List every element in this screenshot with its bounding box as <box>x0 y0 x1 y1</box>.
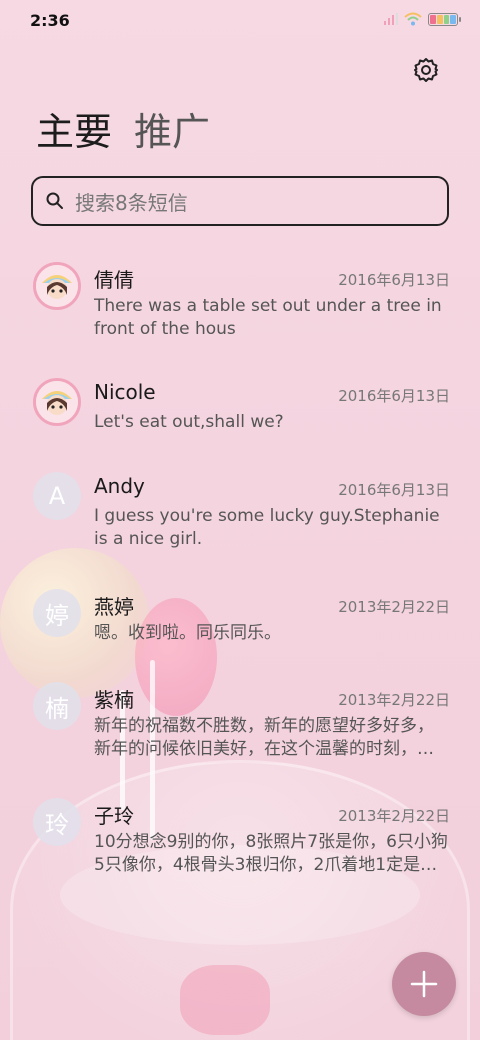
conversation-name: 倩倩 <box>94 268 134 292</box>
signal-icon <box>384 13 398 25</box>
blob-decoration <box>180 965 270 1035</box>
status-time: 2:36 <box>30 11 70 30</box>
conversation-item[interactable]: 婷 燕婷 2013年2月22日 嗯。收到啦。同乐同乐。 <box>0 589 480 669</box>
tab-primary[interactable]: 主要 <box>36 108 112 156</box>
conversation-date: 2016年6月13日 <box>338 271 450 289</box>
conversation-preview: 10分想念9别的你，8张照片7张是你，6只小狗5只像你，4根骨头3根归你，2爪着… <box>94 832 448 875</box>
conversation-item[interactable]: 楠 紫楠 2013年2月22日 新年的祝福数不胜数，新年的愿望好多好多，新年的问… <box>0 682 480 782</box>
avatar <box>33 378 81 426</box>
status-bar: 2:36 <box>0 0 480 40</box>
avatar: 玲 <box>33 798 81 846</box>
wifi-icon <box>404 12 422 26</box>
conversation-item[interactable]: Nicole 2016年6月13日 Let's eat out,shall we… <box>0 378 480 458</box>
conversation-name: 子玲 <box>94 804 134 828</box>
conversation-date: 2013年2月22日 <box>338 691 450 709</box>
avatar: A <box>33 472 81 520</box>
conversation-name: Andy <box>94 474 145 498</box>
conversation-date: 2016年6月13日 <box>338 481 450 499</box>
conversation-preview: There was a table set out under a tree i… <box>94 296 442 339</box>
conversation-preview: 新年的祝福数不胜数，新年的愿望好多好多，新年的问候依旧美好，在这个温馨的时刻，… <box>94 716 434 759</box>
conversation-date: 2013年2月22日 <box>338 598 450 616</box>
battery-icon <box>428 12 461 26</box>
conversation-item[interactable]: 倩倩 2016年6月13日 There was a table set out … <box>0 262 480 362</box>
search-icon <box>46 192 63 209</box>
search-input[interactable]: 搜索8条短信 <box>31 176 449 226</box>
conversation-preview: I guess you're some lucky guy.Stephanie … <box>94 506 440 549</box>
message-tabs: 主要 推广 <box>36 108 210 156</box>
conversation-item[interactable]: A Andy 2016年6月13日 I guess you're some lu… <box>0 472 480 572</box>
avatar-girl-icon <box>36 381 78 423</box>
avatar <box>33 262 81 310</box>
tab-promotions[interactable]: 推广 <box>134 108 210 156</box>
conversation-preview: Let's eat out,shall we? <box>94 412 284 432</box>
status-icons <box>384 12 461 26</box>
avatar: 楠 <box>33 682 81 730</box>
conversation-name: 紫楠 <box>94 688 134 712</box>
compose-button[interactable] <box>392 952 456 1016</box>
conversation-date: 2013年2月22日 <box>338 807 450 825</box>
search-placeholder: 搜索8条短信 <box>75 190 188 215</box>
plus-icon <box>410 970 438 998</box>
conversation-name: 燕婷 <box>94 595 134 619</box>
conversation-item[interactable]: 玲 子玲 2013年2月22日 10分想念9别的你，8张照片7张是你，6只小狗5… <box>0 798 480 898</box>
conversation-date: 2016年6月13日 <box>338 387 450 405</box>
conversation-name: Nicole <box>94 380 156 404</box>
avatar: 婷 <box>33 589 81 637</box>
avatar-girl-icon <box>36 265 78 307</box>
gear-icon[interactable] <box>412 56 440 84</box>
conversation-preview: 嗯。收到啦。同乐同乐。 <box>94 623 281 643</box>
